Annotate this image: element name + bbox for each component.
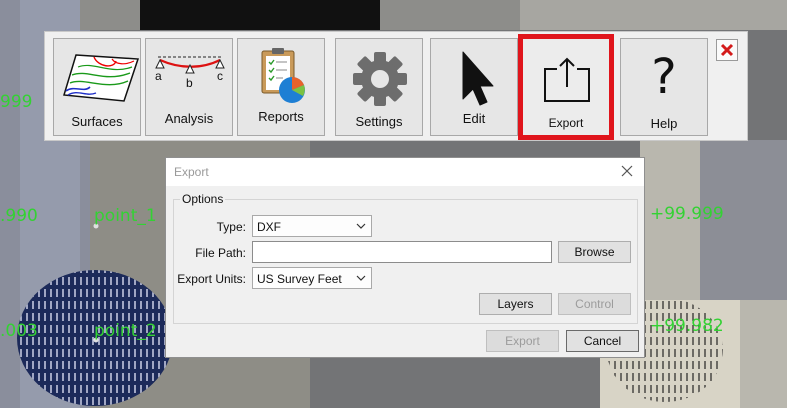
settings-label: Settings bbox=[355, 114, 403, 129]
cancel-button[interactable]: Cancel bbox=[566, 330, 639, 352]
options-group: Options Type: DXF File Path: Browse Expo… bbox=[173, 192, 638, 324]
export-units-value: US Survey Feet bbox=[257, 272, 342, 286]
file-path-label: File Path: bbox=[195, 246, 246, 260]
options-group-title: Options bbox=[180, 192, 226, 206]
analysis-button[interactable]: a b c Analysis bbox=[145, 38, 233, 136]
export-dialog: Export Options Type: DXF File Path: Brow… bbox=[165, 157, 645, 358]
export-label: Export bbox=[548, 116, 584, 130]
edit-button[interactable]: Edit bbox=[430, 38, 518, 136]
reports-button[interactable]: Reports bbox=[237, 38, 325, 136]
help-label: Help bbox=[650, 116, 678, 131]
type-value: DXF bbox=[257, 220, 281, 234]
chevron-down-icon bbox=[356, 275, 366, 281]
export-confirm-button[interactable]: Export bbox=[486, 330, 559, 352]
type-select[interactable]: DXF bbox=[252, 215, 372, 237]
marker-a-label: a bbox=[155, 69, 162, 83]
map-point-label: point_2 bbox=[94, 321, 157, 341]
map-elevation-label: .990 bbox=[0, 206, 38, 226]
main-toolbar: Surfaces a b c Analysis Reports Settings… bbox=[44, 31, 748, 141]
browse-button[interactable]: Browse bbox=[558, 241, 631, 263]
map-elevation-label: 999 bbox=[0, 92, 33, 112]
settings-button[interactable]: Settings bbox=[335, 38, 423, 136]
close-icon bbox=[720, 43, 734, 57]
dialog-titlebar[interactable]: Export bbox=[166, 158, 644, 186]
map-point-label: point_1 bbox=[94, 206, 157, 226]
chevron-down-icon bbox=[356, 223, 366, 229]
dialog-title: Export bbox=[174, 165, 209, 179]
toolbar-close-button[interactable] bbox=[716, 39, 738, 61]
marker-b-label: b bbox=[186, 76, 193, 90]
export-button[interactable]: Export bbox=[518, 34, 614, 140]
map-elevation-label: .003 bbox=[0, 321, 38, 341]
layers-button[interactable]: Layers bbox=[479, 293, 552, 315]
help-button[interactable]: ? Help bbox=[620, 38, 708, 136]
control-button[interactable]: Control bbox=[558, 293, 631, 315]
edit-label: Edit bbox=[462, 111, 486, 126]
map-elevation-label: +99.982 bbox=[650, 316, 724, 336]
dialog-close-icon[interactable] bbox=[618, 162, 636, 180]
surfaces-label: Surfaces bbox=[71, 114, 123, 129]
analysis-label: Analysis bbox=[164, 111, 214, 126]
file-path-input[interactable] bbox=[252, 241, 552, 263]
marker-c-label: c bbox=[217, 69, 223, 83]
export-units-select[interactable]: US Survey Feet bbox=[252, 267, 372, 289]
type-label: Type: bbox=[216, 220, 246, 234]
export-units-label: Export Units: bbox=[177, 272, 246, 286]
map-elevation-label: +99.999 bbox=[650, 204, 724, 224]
reports-label: Reports bbox=[258, 109, 304, 124]
surfaces-button[interactable]: Surfaces bbox=[53, 38, 141, 136]
question-mark-icon: ? bbox=[651, 49, 677, 105]
